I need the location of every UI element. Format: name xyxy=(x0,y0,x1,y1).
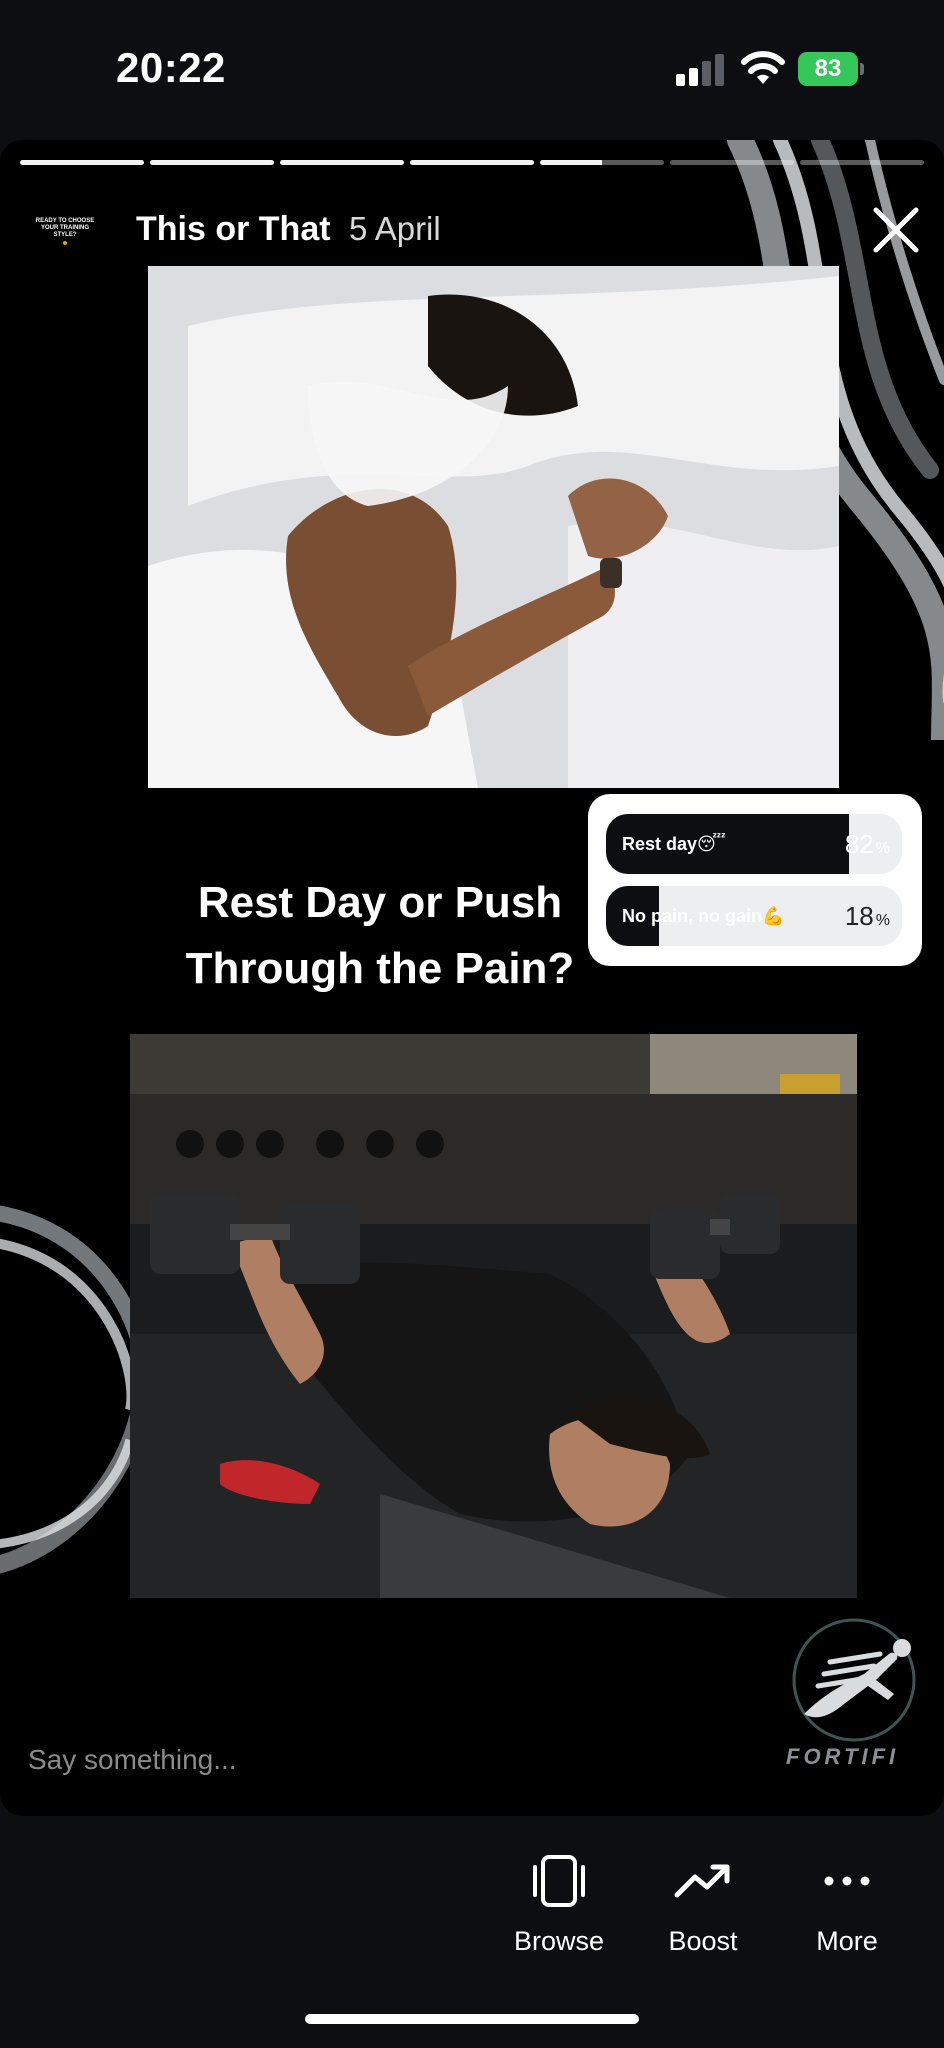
more-label: More xyxy=(816,1926,878,1956)
wifi-icon xyxy=(741,51,785,84)
browse-button[interactable]: Browse xyxy=(494,1846,624,1957)
rest-day-photo xyxy=(148,266,839,788)
story-date: 5 April xyxy=(349,210,441,247)
story-title[interactable]: This or That xyxy=(136,210,331,249)
browse-icon xyxy=(533,1855,585,1907)
progress-segment xyxy=(20,160,144,165)
cellular-signal-icon xyxy=(676,52,724,86)
battery-icon: 83 xyxy=(798,52,864,86)
runner-logo-icon xyxy=(792,1618,916,1742)
gym-workout-photo xyxy=(130,1034,857,1598)
story-header: READY TO CHOOSE YOUR TRAINING STYLE? Thi… xyxy=(28,188,928,268)
boost-button[interactable]: Boost xyxy=(638,1846,768,1957)
reply-input[interactable]: Say something... xyxy=(28,1744,237,1776)
poll-option-rest-day[interactable]: Rest day😴 82% xyxy=(606,814,902,874)
decorative-swirl-graphic xyxy=(0,1205,140,1574)
poll-option-percent: 18% xyxy=(844,901,890,931)
progress-segment xyxy=(150,160,274,165)
close-icon[interactable] xyxy=(866,200,926,260)
flexed-biceps-emoji: 💪 xyxy=(762,906,785,926)
story-viewer[interactable]: READY TO CHOOSE YOUR TRAINING STYLE? Thi… xyxy=(0,140,944,1816)
home-indicator[interactable] xyxy=(305,2014,639,2024)
progress-segment xyxy=(800,160,924,165)
account-avatar[interactable]: READY TO CHOOSE YOUR TRAINING STYLE? xyxy=(28,194,102,268)
brand-name: FORTIFI xyxy=(786,1744,900,1769)
progress-segment xyxy=(670,160,794,165)
status-bar: 20:22 83 xyxy=(0,0,944,140)
boost-label: Boost xyxy=(668,1926,738,1956)
avatar-text: READY TO CHOOSE YOUR TRAINING STYLE? xyxy=(35,217,95,238)
poll-sticker[interactable]: Rest day😴 82% No pain, no gain💪 18% xyxy=(588,794,922,966)
poll-option-label: No pain, no gain💪 xyxy=(622,906,785,926)
more-button[interactable]: More xyxy=(782,1846,912,1957)
poll-option-label: Rest day😴 xyxy=(622,834,726,854)
poll-option-percent: 82% xyxy=(844,829,890,859)
poll-question: Rest Day or Push Through the Pain? xyxy=(185,878,575,993)
sleeping-face-emoji: 😴 xyxy=(697,834,726,854)
status-time: 20:22 xyxy=(116,44,226,91)
trend-up-icon xyxy=(674,1864,730,1898)
story-action-bar: Browse Boost More xyxy=(0,1820,944,1970)
poll-option-no-pain-no-gain[interactable]: No pain, no gain💪 18% xyxy=(606,886,902,946)
battery-percent: 83 xyxy=(798,52,858,86)
progress-segment xyxy=(410,160,534,165)
story-progress-bar xyxy=(20,160,924,165)
more-dots-icon xyxy=(824,1876,870,1886)
progress-segment xyxy=(540,160,664,165)
progress-segment xyxy=(280,160,404,165)
browse-label: Browse xyxy=(513,1926,605,1956)
